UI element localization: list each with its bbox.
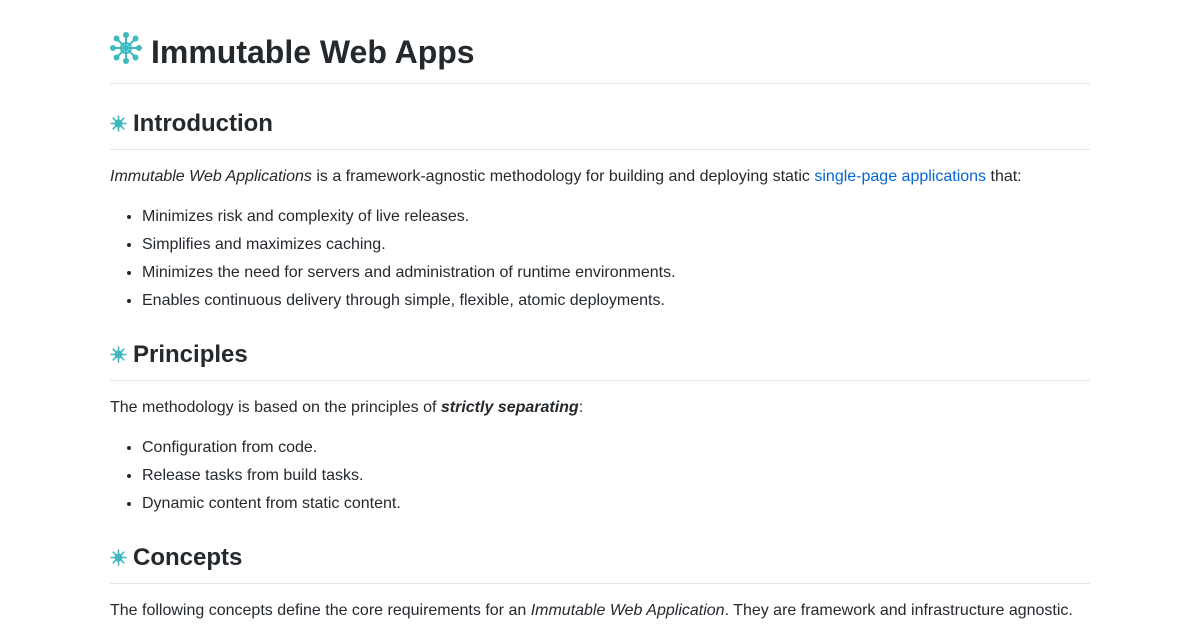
list-item: Release tasks from build tasks. — [142, 464, 1090, 492]
list-item: Dynamic content from static content. — [142, 492, 1090, 520]
snowflake-icon — [110, 115, 127, 132]
list-item: Minimizes risk and complexity of live re… — [142, 205, 1090, 233]
principles-strong-emphasis: strictly separating — [440, 399, 579, 416]
concepts-paragraph: The following concepts define the core r… — [110, 599, 1090, 623]
intro-emphasis: Immutable Web Applications — [110, 168, 312, 185]
intro-text-after-link: that: — [986, 168, 1022, 185]
snowflake-icon — [110, 346, 127, 363]
principles-text-before: The methodology is based on the principl… — [110, 399, 441, 416]
list-item: Simplifies and maximizes caching. — [142, 233, 1090, 261]
principles-text-after: : — [578, 399, 584, 416]
heading-principles-text: Principles — [133, 341, 248, 368]
introduction-paragraph: Immutable Web Applications is a framewor… — [110, 165, 1090, 189]
heading-introduction-text: Introduction — [133, 110, 273, 137]
snowflake-icon — [110, 549, 127, 566]
snowflake-icon — [110, 32, 142, 64]
principles-list: Configuration from code. Release tasks f… — [110, 436, 1090, 520]
document-page: Immutable Web Apps Introduction Immutabl… — [110, 0, 1090, 623]
intro-text-before-link: is a framework-agnostic methodology for … — [311, 168, 815, 185]
single-page-applications-link[interactable]: single-page applications — [814, 168, 986, 185]
page-title: Immutable Web Apps — [110, 0, 1090, 84]
introduction-list: Minimizes risk and complexity of live re… — [110, 205, 1090, 317]
list-item: Configuration from code. — [142, 436, 1090, 464]
list-item: Enables continuous delivery through simp… — [142, 289, 1090, 317]
heading-introduction: Introduction — [110, 109, 1090, 150]
concepts-text-before: The following concepts define the core r… — [110, 602, 531, 619]
heading-principles: Principles — [110, 340, 1090, 381]
heading-concepts-text: Concepts — [133, 544, 243, 571]
principles-paragraph: The methodology is based on the principl… — [110, 396, 1090, 420]
list-item: Minimizes the need for servers and admin… — [142, 261, 1090, 289]
heading-concepts: Concepts — [110, 543, 1090, 584]
concepts-emphasis: Immutable Web Application — [530, 602, 725, 619]
page-title-text: Immutable Web Apps — [151, 34, 475, 70]
concepts-text-after: . They are framework and infrastructure … — [724, 602, 1073, 619]
